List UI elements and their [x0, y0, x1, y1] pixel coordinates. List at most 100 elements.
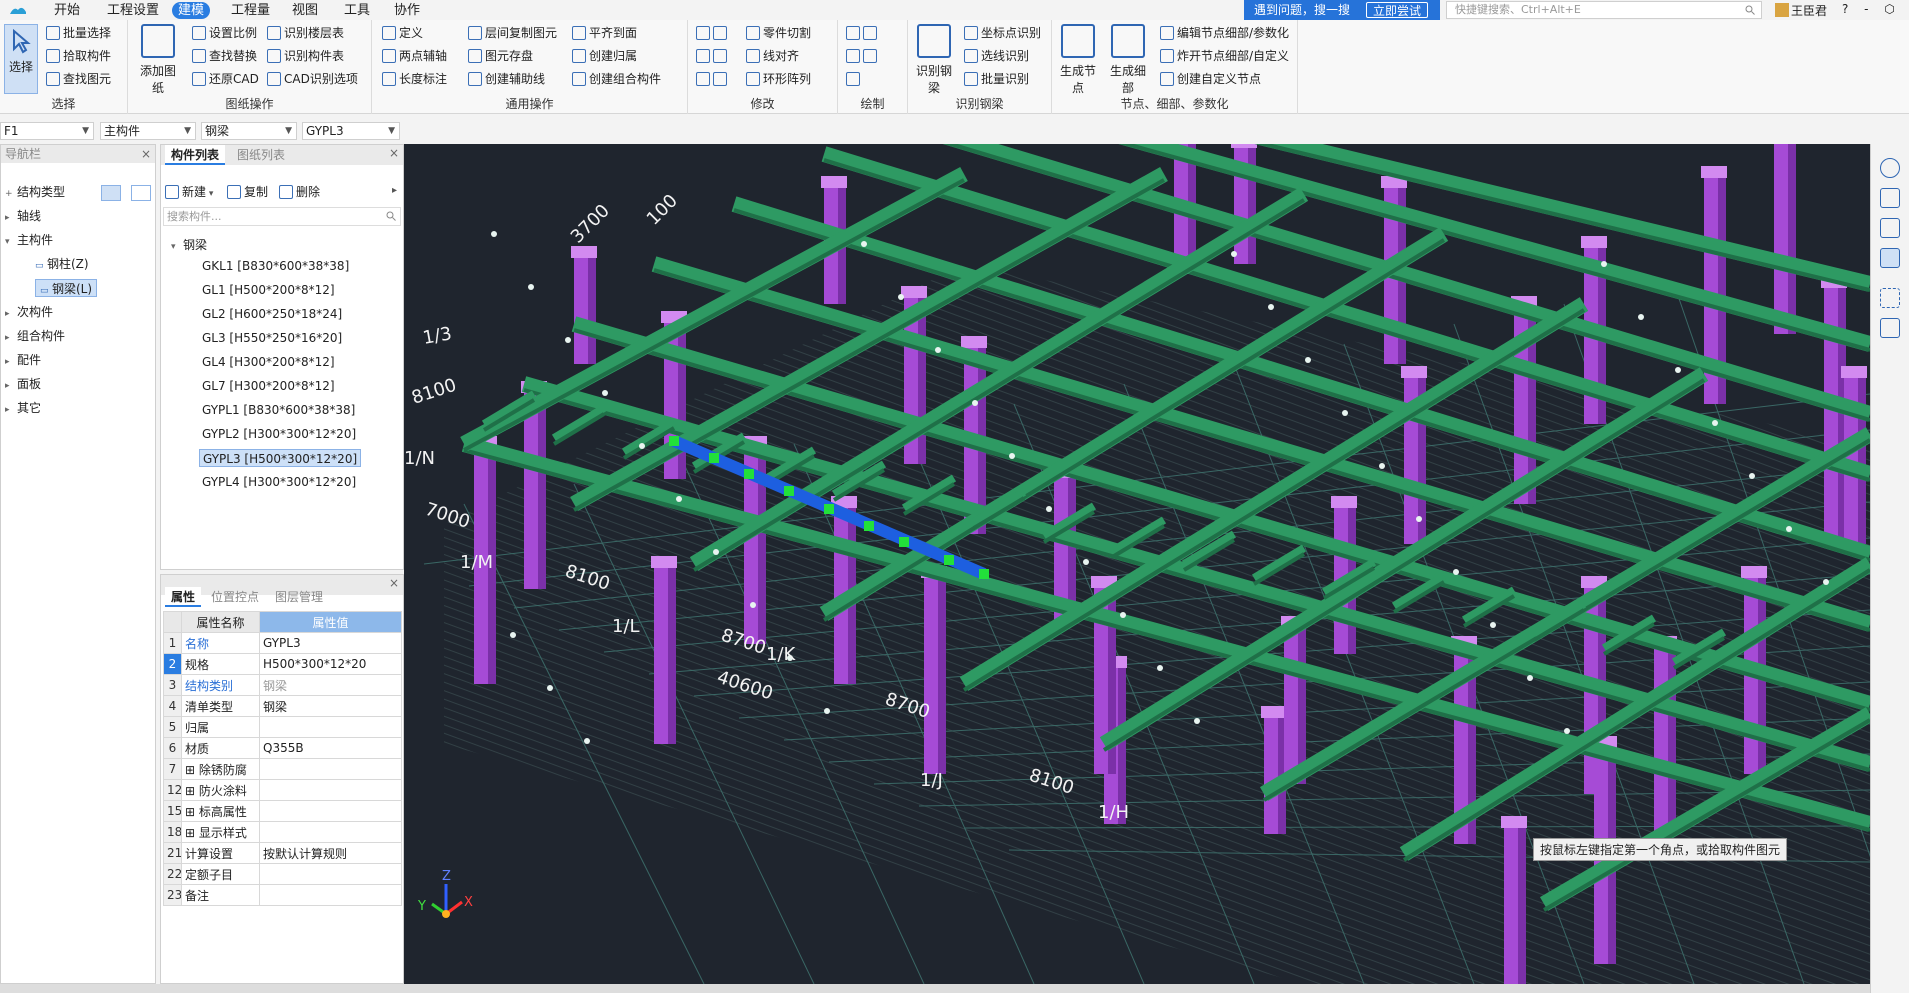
tab-position-points[interactable]: 位置控点	[205, 587, 265, 607]
add-drawing-button[interactable]: 添加图纸	[136, 24, 180, 96]
property-value[interactable]	[259, 821, 402, 843]
menu-quantity[interactable]: 工程量	[225, 2, 276, 19]
property-row[interactable]: 5 归属	[163, 716, 402, 738]
flush-to-face-button[interactable]: 平齐到面	[572, 24, 637, 43]
shortcut-search-input[interactable]: 快捷键搜索、Ctrl+Alt+E	[1446, 1, 1762, 19]
identify-beam-button[interactable]: 识别钢梁	[912, 24, 956, 96]
menu-start[interactable]: 开始	[48, 2, 86, 19]
component-list-item[interactable]: GYPL1 [B830*600*38*38]	[199, 401, 358, 419]
try-now-button[interactable]: 立即尝试	[1366, 2, 1429, 18]
draw-line-button[interactable]	[846, 47, 880, 66]
property-row[interactable]: 7 ⊞ 除锈防腐	[163, 758, 402, 780]
properties-icon[interactable]	[1880, 318, 1900, 338]
select-button[interactable]: 选择	[4, 24, 38, 94]
define-button[interactable]: 定义	[382, 24, 423, 43]
property-row[interactable]: 3 结构类别 钢梁	[163, 674, 402, 696]
nav-item[interactable]: ▭ 钢柱(Z)	[35, 255, 89, 273]
fit-view-icon[interactable]	[1880, 288, 1900, 308]
delete-component-button[interactable]: 删除	[279, 183, 320, 202]
property-value[interactable]	[259, 716, 402, 738]
nav-item[interactable]: ▸ 配件	[5, 351, 41, 369]
expand-icon[interactable]: ⊞	[185, 784, 199, 798]
category-select[interactable]: 主构件 ▼	[100, 122, 196, 140]
view-2d-icon[interactable]	[1880, 188, 1900, 208]
draw-rect-button[interactable]	[846, 70, 863, 89]
line-align-button[interactable]: 线对齐	[746, 47, 799, 66]
nav-item[interactable]: ▭ 钢梁(L)	[35, 279, 98, 297]
find-replace-button[interactable]: 查找替换	[192, 47, 257, 66]
property-row[interactable]: 15 ⊞ 标高属性	[163, 800, 402, 822]
expand-icon[interactable]: ⊞	[185, 826, 199, 840]
draw-point-button[interactable]	[846, 24, 880, 43]
property-row[interactable]: 18 ⊞ 显示样式	[163, 821, 402, 843]
shaded-cube-icon[interactable]	[1880, 248, 1900, 268]
ring-array-button[interactable]: 环形阵列	[746, 70, 811, 89]
property-value[interactable]: H500*300*12*20	[259, 653, 402, 675]
component-list-item[interactable]: GL1 [H500*200*8*12]	[199, 281, 338, 299]
tab-layer-management[interactable]: 图层管理	[269, 587, 329, 607]
length-dimension-button[interactable]: 长度标注	[382, 70, 447, 89]
element-save-button[interactable]: 图元存盘	[468, 47, 533, 66]
property-value[interactable]	[259, 863, 402, 885]
detail-view-icon[interactable]	[131, 185, 151, 201]
property-value[interactable]	[259, 800, 402, 822]
orbit-icon[interactable]	[1880, 158, 1900, 178]
nav-item[interactable]: ▸ 其它	[5, 399, 41, 417]
more-icon[interactable]: ▸	[392, 185, 397, 196]
component-list-item[interactable]: GYPL2 [H300*300*12*20]	[199, 425, 359, 443]
pick-component-button[interactable]: 拾取构件	[46, 47, 111, 66]
copy-between-floors-button[interactable]: 层间复制图元	[468, 24, 557, 43]
edit-node-detail-button[interactable]: 编辑节点细部/参数化	[1160, 24, 1289, 43]
batch-select-button[interactable]: 批量选择	[46, 24, 111, 43]
menu-collaborate[interactable]: 协作	[388, 2, 426, 19]
coord-identify-button[interactable]: 坐标点识别	[964, 24, 1041, 43]
tab-drawing-list[interactable]: 图纸列表	[231, 145, 291, 165]
two-point-axis-button[interactable]: 两点辅轴	[382, 47, 447, 66]
batch-identify-button[interactable]: 批量识别	[964, 70, 1029, 89]
property-value[interactable]	[259, 758, 402, 780]
component-list-item[interactable]: GKL1 [B830*600*38*38]	[199, 257, 352, 275]
property-value[interactable]	[259, 779, 402, 801]
copy-tool-button[interactable]	[696, 47, 730, 66]
close-icon[interactable]: ×	[141, 145, 151, 163]
property-value[interactable]: GYPL3	[259, 632, 402, 654]
component-select[interactable]: GYPL3 ▼	[302, 122, 400, 140]
create-belong-button[interactable]: 创建归属	[572, 47, 637, 66]
type-select[interactable]: 钢梁 ▼	[201, 122, 297, 140]
menu-project-settings[interactable]: 工程设置	[101, 2, 165, 19]
explode-node-button[interactable]: 炸开节点细部/自定义	[1160, 47, 1289, 66]
nav-item[interactable]: ▸ 组合构件	[5, 327, 65, 345]
nav-item[interactable]: ▸ 次构件	[5, 303, 53, 321]
cad-options-button[interactable]: CAD识别选项	[267, 70, 358, 89]
menu-modeling[interactable]: 建模	[172, 2, 211, 19]
property-value[interactable]: 按默认计算规则	[259, 842, 402, 864]
set-scale-button[interactable]: 设置比例	[192, 24, 257, 43]
menu-tools[interactable]: 工具	[338, 2, 376, 19]
component-search-input[interactable]: 搜索构件...	[163, 207, 401, 226]
property-row[interactable]: 21 计算设置 按默认计算规则	[163, 842, 402, 864]
component-list-item[interactable]: GL4 [H300*200*8*12]	[199, 353, 338, 371]
nav-item[interactable]: ▾ 主构件	[5, 231, 53, 249]
nav-item[interactable]: ▸ 面板	[5, 375, 41, 393]
property-value[interactable]: 钢梁	[259, 674, 402, 696]
identify-component-table-button[interactable]: 识别构件表	[267, 47, 344, 66]
group-steel-beam[interactable]: ▾ 钢梁	[171, 236, 207, 254]
move-tool-button[interactable]	[696, 70, 730, 89]
property-row[interactable]: 1 名称 GYPL3	[163, 632, 402, 654]
create-custom-node-button[interactable]: 创建自定义节点	[1160, 70, 1261, 89]
property-value[interactable]: 钢梁	[259, 695, 402, 717]
copy-component-button[interactable]: 复制	[227, 183, 268, 202]
generate-detail-button[interactable]: 生成细部	[1106, 24, 1150, 96]
new-component-button[interactable]: 新建 ▾	[165, 183, 213, 202]
window-controls[interactable]: ? - ⬡	[1842, 2, 1901, 16]
component-list-item[interactable]: GYPL3 [H500*300*12*20]	[199, 449, 362, 467]
create-combo-button[interactable]: 创建组合构件	[572, 70, 661, 89]
close-icon[interactable]: ×	[389, 146, 399, 160]
property-value[interactable]: Q355B	[259, 737, 402, 759]
property-row[interactable]: 22 定额子目	[163, 863, 402, 885]
find-element-button[interactable]: 查找图元	[46, 70, 111, 89]
menu-view[interactable]: 视图	[286, 2, 324, 19]
property-row[interactable]: 4 清单类型 钢梁	[163, 695, 402, 717]
component-list-item[interactable]: GYPL4 [H300*300*12*20]	[199, 473, 359, 491]
property-row[interactable]: 23 备注	[163, 884, 402, 906]
